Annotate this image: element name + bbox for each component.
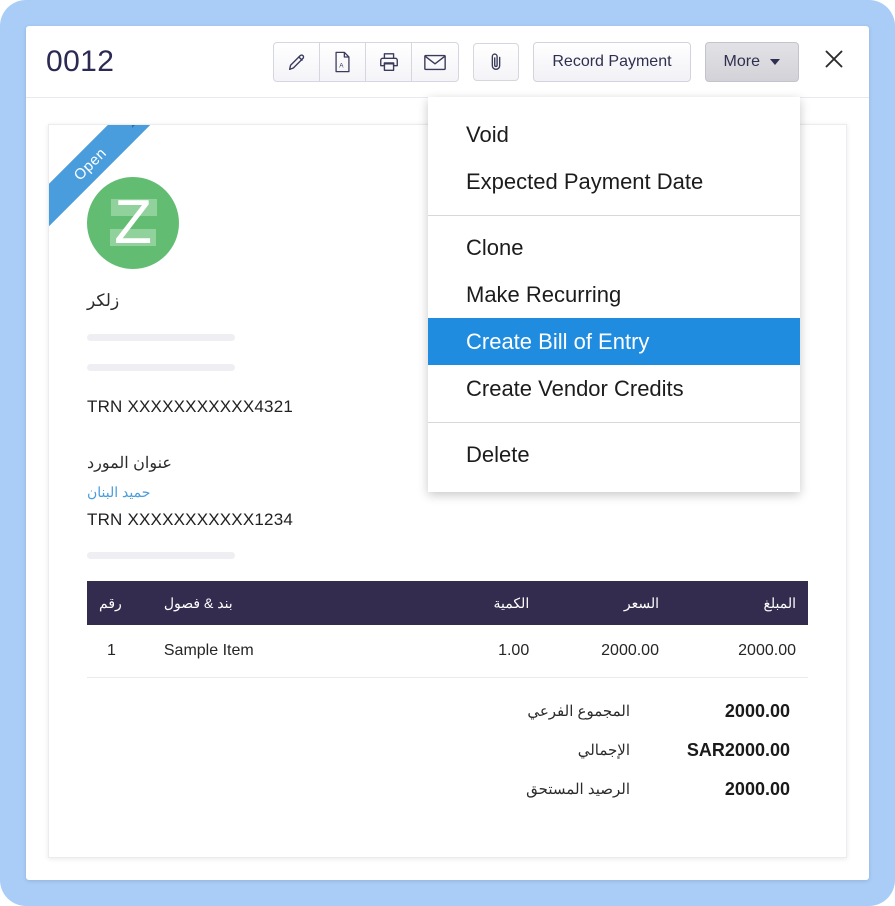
billing-trn: TRN XXXXXXXXXXX1234	[87, 510, 294, 529]
placeholder-bar	[87, 334, 235, 341]
cell-no: 1	[87, 625, 152, 678]
pdf-icon: A	[333, 51, 352, 73]
record-payment-label: Record Payment	[552, 52, 672, 70]
total-row-subtotal: المجموع الفرعي 2000.00	[87, 692, 808, 731]
header-actions: A Record Payment More	[273, 41, 851, 82]
totals-block: المجموع الفرعي 2000.00 الإجمالي SAR2000.…	[87, 692, 808, 809]
menu-item-label: Clone	[466, 234, 524, 260]
menu-item-label: Void	[466, 121, 509, 147]
table-body: 1 Sample Item 1.00 2000.00 2000.00	[87, 625, 808, 678]
more-button[interactable]: More	[704, 41, 799, 82]
total-value: 2000.00	[724, 778, 790, 799]
attachment-button[interactable]	[473, 42, 520, 81]
placeholder-bar	[87, 552, 235, 559]
column-header-rate: السعر	[541, 581, 671, 625]
chevron-down-icon	[770, 58, 780, 65]
more-dropdown-menu: Void Expected Payment Date Clone Make Re…	[428, 97, 800, 492]
invoice-detail-window: 0012 A Record Payment More Void Expected…	[26, 26, 869, 880]
pdf-button[interactable]: A	[320, 42, 367, 81]
column-header-item: بند & فصول	[151, 581, 426, 625]
menu-item-create-vendor-credits[interactable]: Create Vendor Credits	[428, 365, 800, 412]
total-label: الإجمالي	[577, 742, 630, 759]
menu-item-label: Create Vendor Credits	[466, 375, 684, 401]
cell-amount: 2000.00	[670, 625, 808, 678]
total-row-total: الإجمالي SAR2000.00	[87, 731, 808, 770]
column-header-no: رقم	[87, 581, 152, 625]
window-header: 0012 A Record Payment More	[26, 26, 869, 98]
edit-button[interactable]	[274, 42, 321, 81]
placeholder-bar	[87, 364, 235, 371]
menu-item-label: Expected Payment Date	[466, 168, 704, 194]
record-payment-button[interactable]: Record Payment	[533, 41, 691, 82]
menu-group-3: Delete	[428, 423, 800, 488]
total-label: الرصيد المستحق	[526, 781, 630, 798]
cell-qty: 1.00	[425, 625, 542, 678]
menu-item-label: Delete	[466, 441, 530, 467]
total-row-balance-due: الرصيد المستحق 2000.00	[87, 770, 808, 809]
more-label: More	[723, 52, 760, 70]
menu-group-1: Void Expected Payment Date	[428, 103, 800, 215]
ribbon-fold-right-icon	[132, 125, 143, 128]
edit-icon	[286, 51, 308, 73]
close-button[interactable]	[817, 45, 851, 79]
logo-highlight-top	[111, 199, 157, 216]
email-button[interactable]	[412, 43, 458, 81]
menu-item-label: Create Bill of Entry	[466, 328, 650, 354]
close-icon	[822, 47, 846, 76]
menu-item-clone[interactable]: Clone	[428, 224, 800, 271]
attachment-icon	[486, 51, 506, 73]
line-items-table: رقم بند & فصول الكمية السعر المبلغ 1 Sam…	[87, 581, 808, 678]
menu-item-create-bill-of-entry[interactable]: Create Bill of Entry	[428, 318, 800, 365]
svg-text:A: A	[340, 62, 345, 69]
menu-item-delete[interactable]: Delete	[428, 431, 800, 478]
document-action-group: A	[273, 41, 460, 82]
menu-group-2: Clone Make Recurring Create Bill of Entr…	[428, 216, 800, 422]
print-button[interactable]	[366, 42, 413, 81]
total-value: 2000.00	[724, 700, 790, 721]
page-title: 0012	[46, 44, 115, 78]
column-header-qty: الكمية	[425, 581, 542, 625]
print-icon	[378, 51, 400, 73]
menu-item-void[interactable]: Void	[428, 111, 800, 158]
menu-item-label: Make Recurring	[466, 281, 622, 307]
vendor-logo: Z	[87, 177, 179, 269]
app-frame: 0012 A Record Payment More Void Expected…	[0, 0, 895, 906]
logo-highlight-bottom	[110, 229, 156, 246]
column-header-amount: المبلغ	[670, 581, 808, 625]
table-header: رقم بند & فصول الكمية السعر المبلغ	[87, 581, 808, 625]
status-ribbon-label: Open	[70, 144, 110, 184]
menu-item-expected-payment-date[interactable]: Expected Payment Date	[428, 158, 800, 205]
cell-rate: 2000.00	[541, 625, 671, 678]
total-value: SAR2000.00	[686, 739, 790, 760]
table-row: 1 Sample Item 1.00 2000.00 2000.00	[87, 625, 808, 678]
menu-item-make-recurring[interactable]: Make Recurring	[428, 271, 800, 318]
cell-item: Sample Item	[151, 625, 426, 678]
table-header-row: رقم بند & فصول الكمية السعر المبلغ	[87, 581, 808, 625]
total-label: المجموع الفرعي	[527, 703, 630, 720]
email-icon	[423, 51, 447, 73]
